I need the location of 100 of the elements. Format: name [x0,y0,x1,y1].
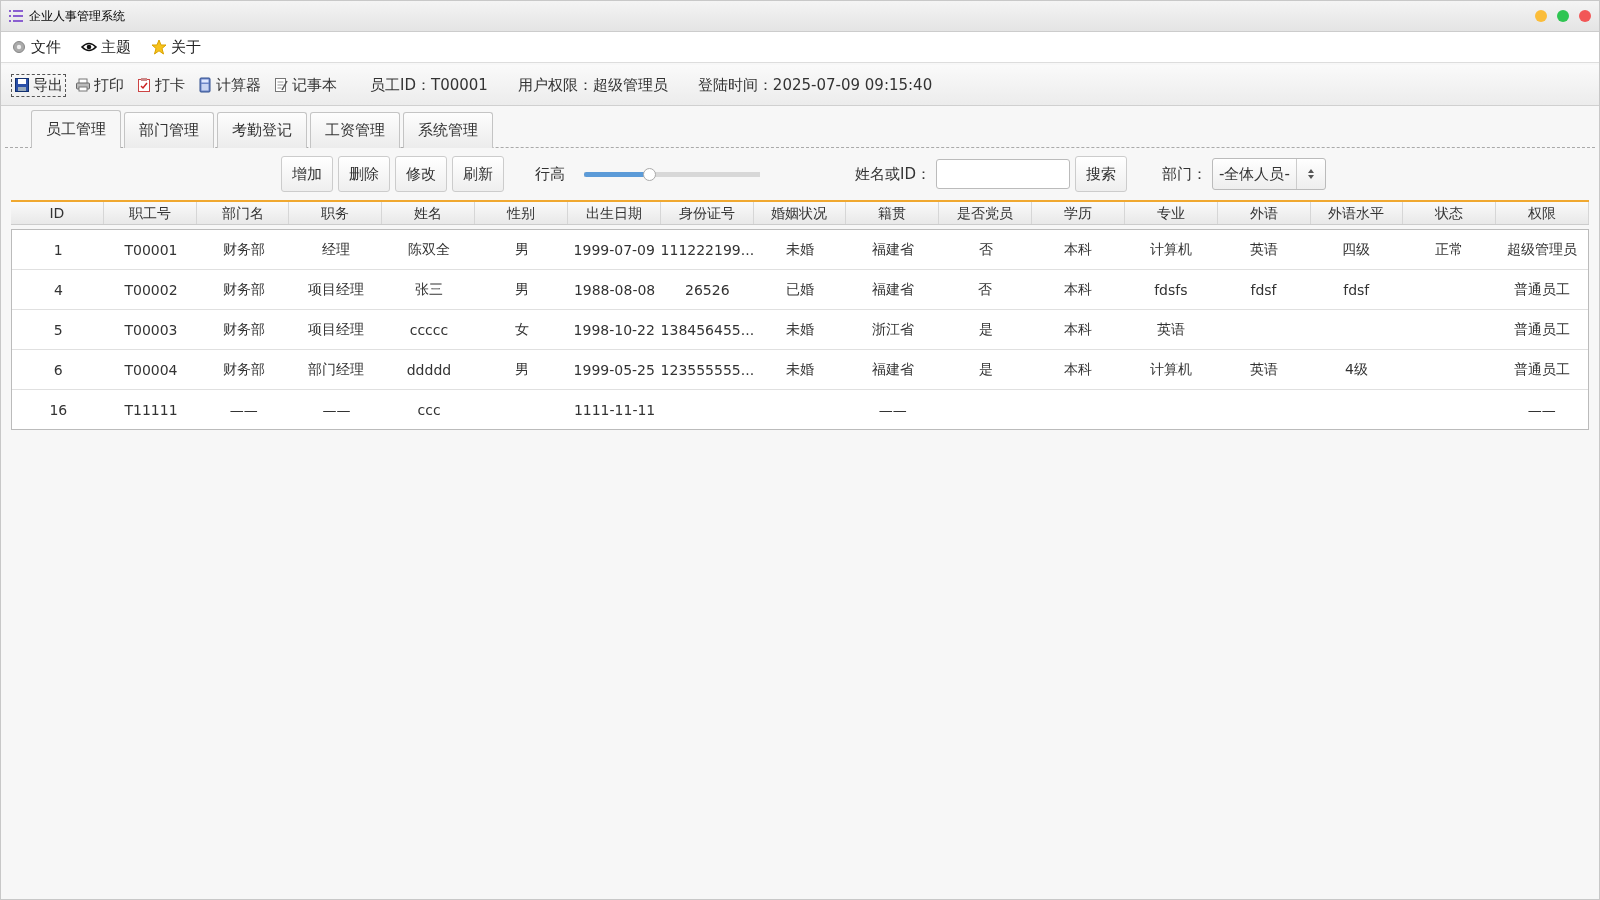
table-cell: 1999-07-09 [573,241,655,258]
menu-item[interactable]: 关于 [149,35,203,59]
table-cell: 经理 [322,240,351,259]
department-dropdown[interactable]: -全体人员- [1212,158,1326,190]
table-cell: 本科 [1064,360,1093,379]
table-cell: ccc [417,401,441,418]
table-cell: 未婚 [786,320,815,339]
table-cell: 四级 [1342,240,1371,259]
table-cell: T00003 [124,321,178,338]
table-cell: 男 [514,280,529,299]
column-header[interactable]: 籍贯 [846,202,940,224]
table-cell: 123555555... [660,361,755,378]
column-header[interactable]: 职务 [289,202,383,224]
table-cell: 浙江省 [872,320,915,339]
tab[interactable]: 部门管理 [124,112,214,148]
tab[interactable]: 工资管理 [310,112,400,148]
printer-icon [75,77,91,93]
status-info: 登陆时间：2025-07-09 09:15:40 [697,75,933,95]
window-control-dot[interactable] [1535,10,1547,22]
column-header[interactable]: 学历 [1032,202,1125,224]
table-cell: 英语 [1249,240,1278,259]
department-label: 部门： [1162,164,1207,184]
table-cell: 未婚 [786,360,815,379]
action-button[interactable]: 删除 [338,156,390,192]
toolbar-button[interactable]: 打印 [72,73,127,97]
table-cell: 是 [978,320,993,339]
action-button[interactable]: 刷新 [452,156,504,192]
column-header[interactable]: 专业 [1124,202,1218,224]
clipboard-icon [136,77,152,93]
menu-item[interactable]: 文件 [9,35,63,59]
star-icon [151,39,167,55]
table-cell: 财务部 [222,360,265,379]
table-cell: —— [878,401,907,418]
table-cell: 男 [514,360,529,379]
table-cell: 1988-08-08 [573,281,656,298]
slider-thumb[interactable] [643,167,657,181]
search-field[interactable] [936,159,1070,189]
table-cell: 项目经理 [308,280,365,299]
table-cell: fdsf [1250,281,1277,298]
toolbar-button[interactable]: 打卡 [133,73,188,97]
toolbar-button[interactable]: 计算器 [194,73,264,97]
column-header[interactable]: 身份证号 [660,202,754,224]
tab[interactable]: 考勤登记 [217,112,307,148]
column-header[interactable]: 出生日期 [567,202,661,224]
column-header[interactable]: 部门名 [196,202,290,224]
menu-item[interactable]: 主题 [79,35,133,59]
column-header[interactable]: 姓名 [382,202,476,224]
column-header[interactable]: 职工号 [103,202,197,224]
table-cell: fdsfs [1154,281,1188,298]
status-info: 员工ID：T00001 [370,75,488,95]
table-cell: 财务部 [222,280,265,299]
table-cell: —— [322,401,351,418]
search-button[interactable]: 搜索 [1075,156,1127,192]
column-header[interactable]: 婚姻状况 [753,202,847,224]
column-header[interactable]: 外语 [1217,202,1311,224]
table-cell: T00001 [124,241,178,258]
table-cell: 本科 [1064,280,1093,299]
action-button[interactable]: 增加 [281,156,333,192]
toolbar-button[interactable]: 记事本 [270,73,340,97]
table-cell: 普通员工 [1513,360,1570,379]
table-cell: 陈双全 [407,240,450,259]
tab[interactable]: 员工管理 [31,110,121,148]
table-cell: 财务部 [222,240,265,259]
table-cell: 财务部 [222,320,265,339]
table-cell: 4级 [1344,360,1368,379]
notepad-icon [273,77,289,93]
table-cell: 138456455... [660,321,755,338]
table-cell: 普通员工 [1513,280,1570,299]
column-header[interactable]: 外语水平 [1310,202,1404,224]
column-header[interactable]: 是否党员 [939,202,1033,224]
table-cell: 福建省 [872,360,915,379]
column-header[interactable]: ID [11,202,104,224]
column-header[interactable]: 状态 [1403,202,1497,224]
table-cell: 26526 [685,281,730,298]
window-control-dot[interactable] [1557,10,1569,22]
gear-icon [11,39,27,55]
table-cell: 计算机 [1150,240,1193,259]
table-cell: 1999-05-25 [573,361,655,378]
slider-label: 行高 [535,164,565,184]
table-cell: 项目经理 [308,320,365,339]
table-cell: 部门经理 [308,360,365,379]
table-cell: 女 [514,320,529,339]
action-button[interactable]: 修改 [395,156,447,192]
table-cell: 16 [49,401,68,418]
column-header[interactable]: 权限 [1496,202,1589,224]
table-cell: 1111-11-11 [573,401,656,418]
window-control-dot[interactable] [1579,10,1591,22]
list-icon [9,10,23,22]
table-cell: 4 [53,281,63,298]
tab[interactable]: 系统管理 [403,112,493,148]
table-cell: 否 [978,240,993,259]
status-info: 用户权限：超级管理员 [517,75,668,95]
toolbar-button[interactable]: 导出 [11,73,66,97]
table-cell: —— [229,401,258,418]
table-cell: 111222199... [660,241,755,258]
calculator-icon [197,77,213,93]
table-cell: 福建省 [872,240,915,259]
table-cell: 超级管理员 [1506,240,1577,259]
table-cell: 男 [514,240,529,259]
column-header[interactable]: 性别 [475,202,568,224]
